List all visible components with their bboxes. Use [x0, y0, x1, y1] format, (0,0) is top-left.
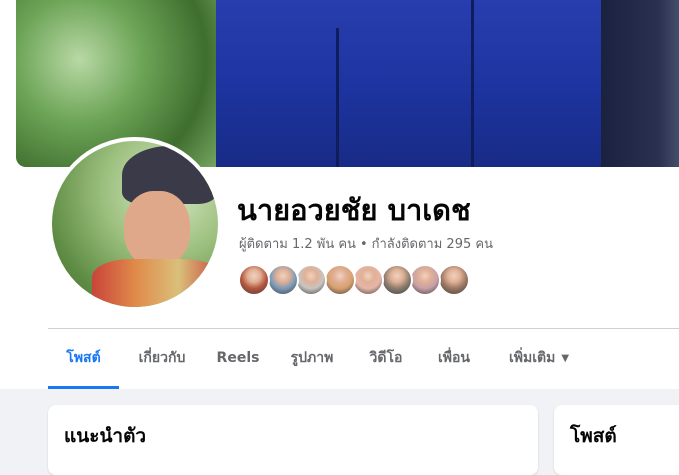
active-tab-indicator	[48, 386, 119, 389]
friend-avatar[interactable]	[238, 264, 270, 296]
profile-name: นายอวยชัย บาเดช	[237, 193, 471, 227]
tab-posts[interactable]: โพสต์	[48, 329, 119, 389]
friend-avatar[interactable]	[380, 264, 413, 296]
tab-more[interactable]: เพิ่มเติม ▼	[496, 329, 582, 389]
tab-videos[interactable]: วิดีโอ	[356, 329, 416, 389]
posts-card-title: โพสต์	[570, 425, 617, 447]
tab-photos[interactable]: รูปภาพ	[274, 329, 350, 389]
avatar-shirt	[92, 259, 218, 307]
jacket-seam	[336, 28, 339, 167]
friend-avatar[interactable]	[409, 264, 441, 296]
tab-label: เกี่ยวกับ	[138, 350, 186, 366]
jacket-seam	[471, 0, 474, 167]
friend-avatar[interactable]	[352, 264, 384, 296]
tab-label: โพสต์	[66, 350, 101, 366]
tab-label: วิดีโอ	[369, 350, 403, 366]
cover-jacket	[216, 0, 616, 167]
friend-avatar[interactable]	[323, 264, 356, 296]
cover-dark-area	[601, 0, 679, 167]
intro-card: แนะนำตัว	[48, 405, 538, 475]
friend-avatar[interactable]	[266, 264, 299, 296]
friend-avatar[interactable]	[295, 264, 327, 296]
caret-down-icon: ▼	[561, 353, 570, 364]
intro-card-title: แนะนำตัว	[64, 425, 147, 447]
follow-stats: ผู้ติดตาม 1.2 พัน คน • กำลังติดตาม 295 คน	[239, 233, 493, 254]
tab-label: Reels	[216, 350, 260, 366]
profile-tabs: โพสต์ เกี่ยวกับ Reels รูปภาพ วิดีโอ เพื่…	[48, 329, 679, 389]
tab-label: เพิ่มเติม	[508, 350, 556, 366]
avatar-face	[124, 191, 190, 267]
tab-label: รูปภาพ	[290, 350, 334, 366]
profile-picture[interactable]	[52, 141, 218, 307]
followers-link[interactable]: ผู้ติดตาม 1.2 พัน คน	[239, 237, 356, 252]
stats-separator: •	[359, 237, 368, 252]
friend-avatar[interactable]	[437, 264, 470, 296]
posts-card: โพสต์	[554, 405, 679, 475]
tab-reels[interactable]: Reels	[208, 329, 268, 389]
tab-label: เพื่อน	[438, 350, 470, 366]
tab-about[interactable]: เกี่ยวกับ	[124, 329, 200, 389]
following-link[interactable]: กำลังติดตาม 295 คน	[372, 237, 493, 252]
tab-friends[interactable]: เพื่อน	[426, 329, 482, 389]
